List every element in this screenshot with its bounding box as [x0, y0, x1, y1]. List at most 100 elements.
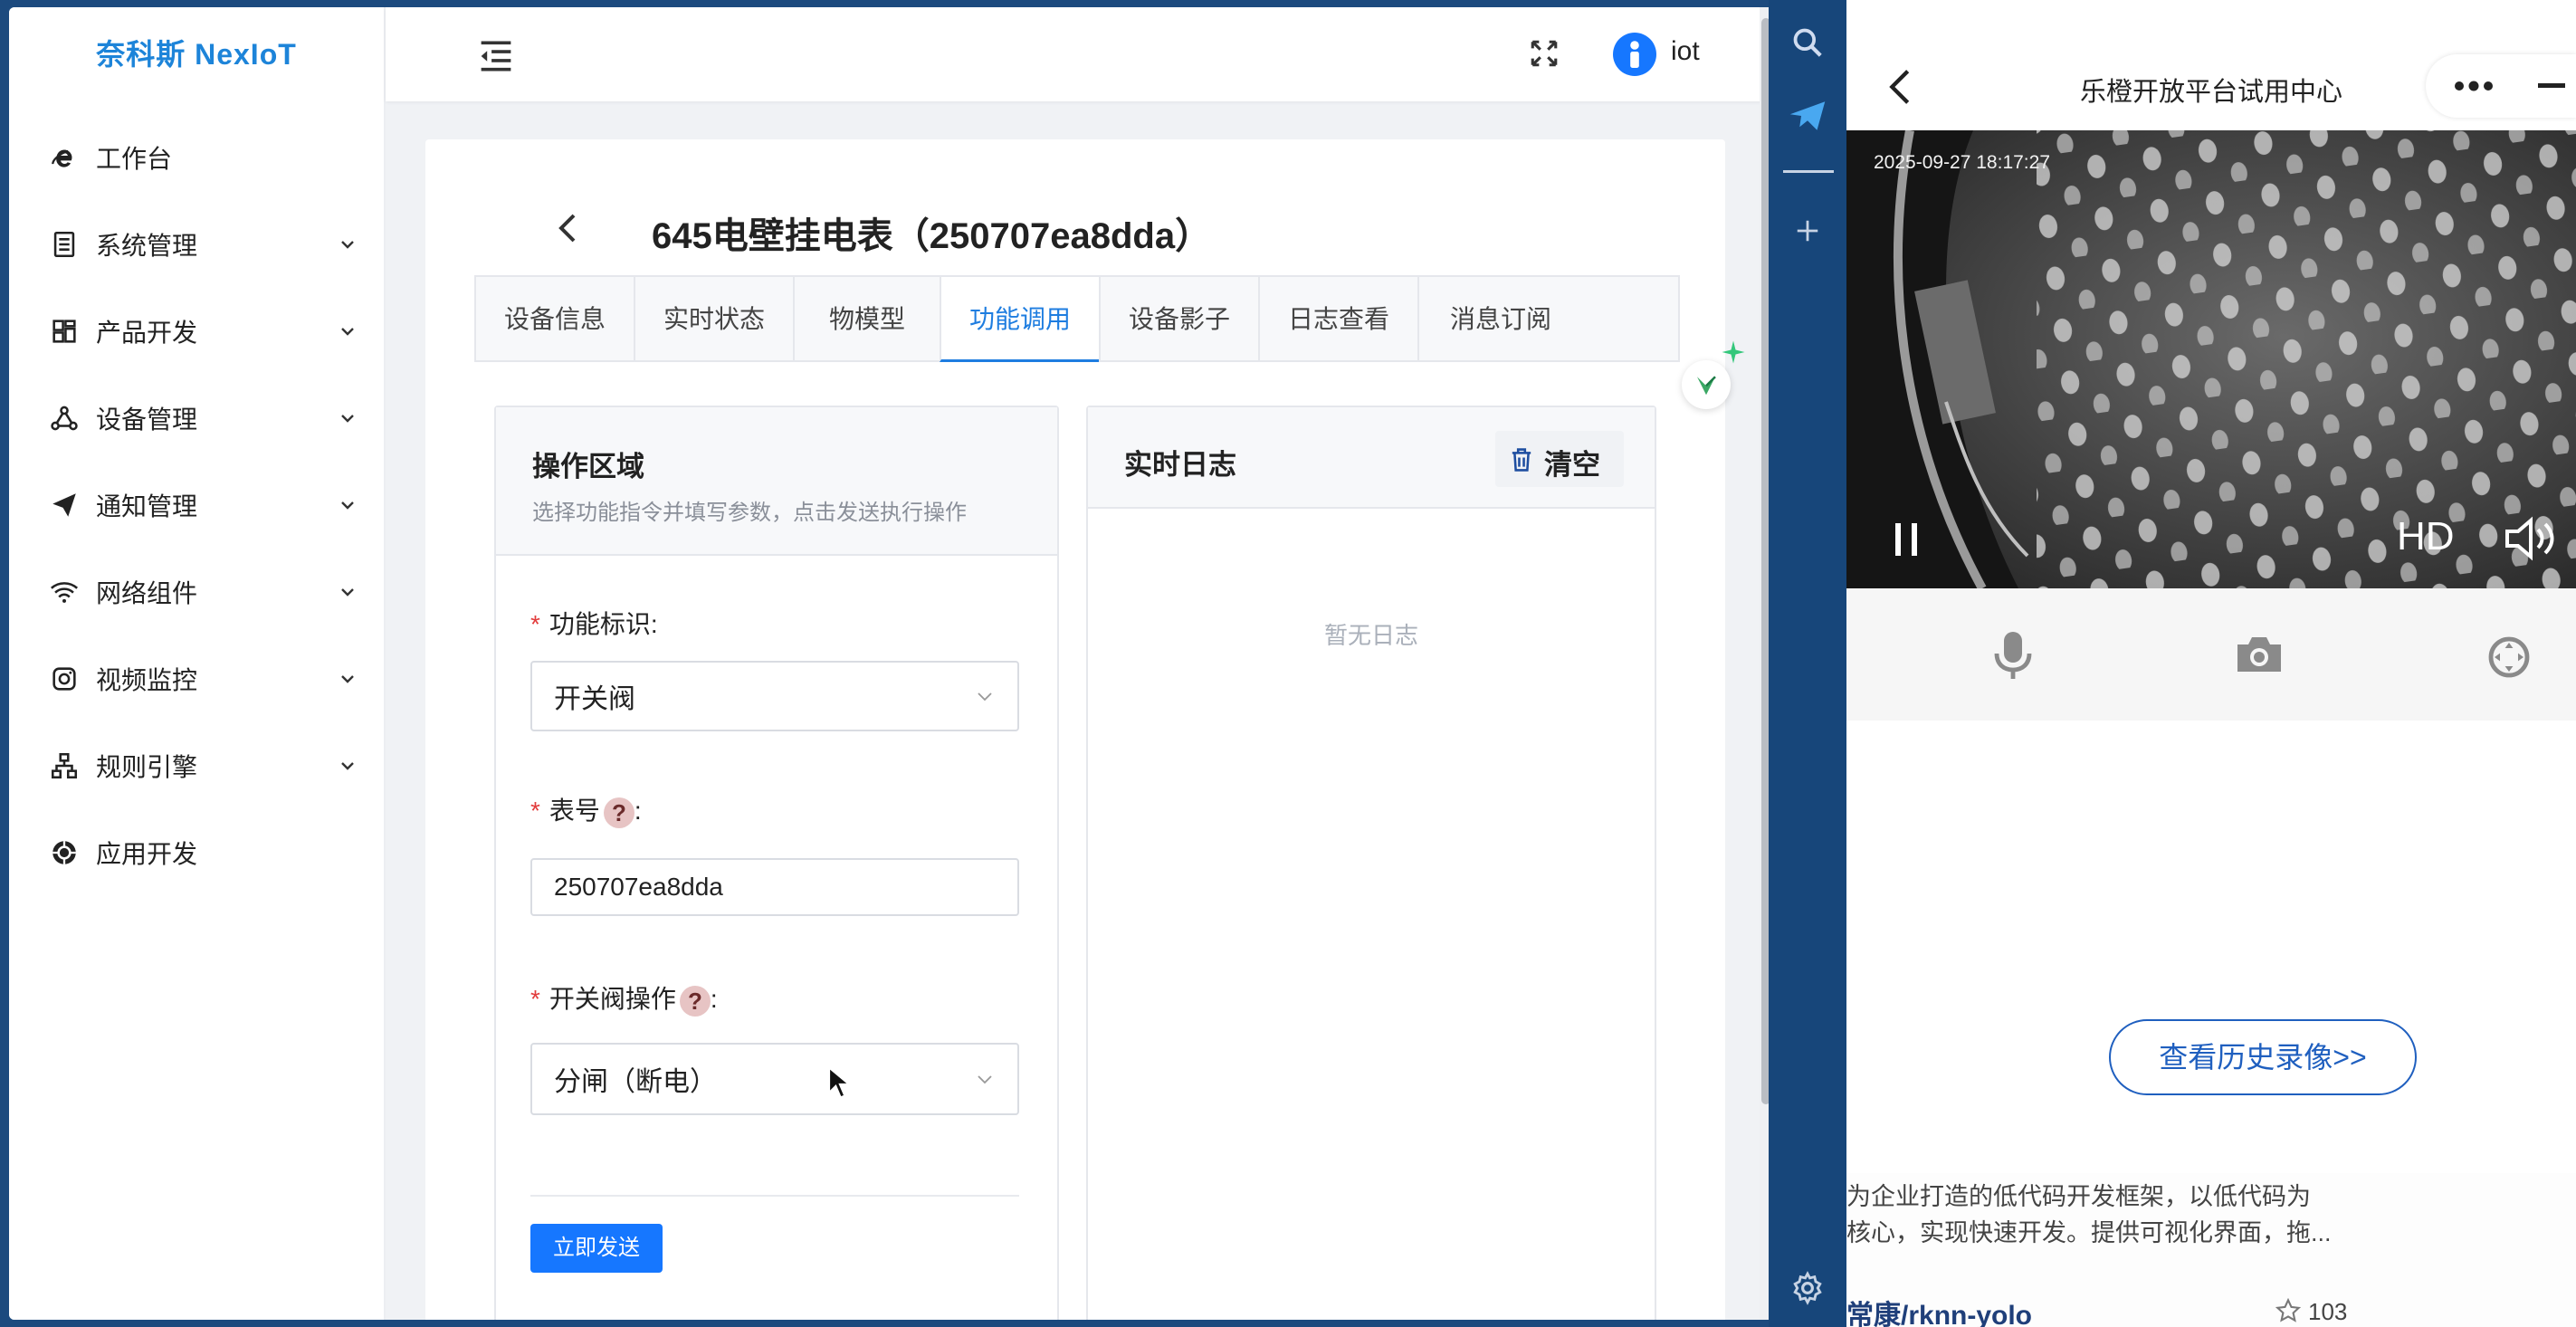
send-plane-icon[interactable]: [1789, 100, 1827, 132]
fullscreen-icon[interactable]: [1529, 38, 1560, 69]
mouse-cursor-icon: [828, 1066, 851, 1099]
gear-icon[interactable]: [1790, 1271, 1825, 1305]
help-icon[interactable]: ?: [603, 797, 634, 828]
mobile-preview-window: 乐橙开放平台试用中心 2025-09-27 18:17:27 HD 查看历史录像…: [1846, 0, 2576, 1327]
microphone-icon[interactable]: [1993, 630, 2033, 681]
app-icon: [52, 841, 76, 864]
sidebar-item-workbench[interactable]: 工作台: [9, 114, 386, 201]
sidebar-item-appdev[interactable]: 应用开发: [9, 809, 386, 896]
video-control-bar: [1846, 588, 2576, 721]
send-now-button[interactable]: 立即发送: [530, 1224, 663, 1273]
repo-name-link[interactable]: 常康/rknn-yolo: [1846, 1293, 2032, 1327]
chevron-down-icon: [978, 692, 992, 702]
pause-icon[interactable]: [1894, 521, 1919, 558]
camera-snapshot-icon[interactable]: [2234, 634, 2285, 675]
chevron-down-icon: [341, 675, 354, 683]
nodes-icon: [51, 406, 78, 431]
video-frame-image: [1846, 130, 2576, 588]
sparkle-icon: [1722, 340, 1745, 364]
operation-subtitle: 选择功能指令并填写参数，点击发送执行操作: [532, 501, 967, 525]
sidebar-item-network[interactable]: 网络组件: [9, 549, 386, 635]
log-title: 实时日志: [1124, 449, 1236, 481]
top-header: iot: [386, 7, 1769, 101]
assistant-logo-icon: [1697, 376, 1716, 396]
hd-toggle[interactable]: HD: [2397, 514, 2455, 559]
valve-select[interactable]: 分闸（断电）: [530, 1043, 1019, 1115]
search-icon[interactable]: [1790, 25, 1825, 60]
sidebar-item-label: 规则引擎: [96, 753, 198, 781]
more-dots-icon[interactable]: [2453, 78, 2495, 94]
function-label: * 功能标识:: [530, 610, 658, 638]
background-page-peek: 为企业打造的低代码开发框架，以低代码为 核心，实现快速开发。提供可视化界面，拖.…: [1846, 1173, 2576, 1327]
clear-log-button[interactable]: 清空: [1495, 431, 1624, 487]
speaker-icon[interactable]: [2502, 516, 2556, 561]
star-icon[interactable]: [2275, 1298, 2301, 1323]
sidebar-item-system[interactable]: 系统管理: [9, 201, 386, 288]
mini-program-capsule: [2426, 54, 2576, 118]
plus-icon[interactable]: [1794, 217, 1821, 244]
sidebar: 奈科斯 NexIoT 工作台 系统管理 产品开发 设备管理 通知管理 网络组件 …: [9, 7, 386, 1320]
back-arrow-icon[interactable]: [556, 212, 577, 244]
assistant-badge[interactable]: [1682, 360, 1731, 409]
sidebar-item-label: 网络组件: [96, 579, 198, 607]
chevron-down-icon: [341, 241, 354, 249]
function-select[interactable]: 开关阀: [530, 661, 1019, 731]
tab-message-subscribe[interactable]: 消息订阅: [1417, 275, 1680, 362]
sidebar-item-label: 应用开发: [96, 840, 198, 868]
sidebar-item-notify[interactable]: 通知管理: [9, 462, 386, 549]
menu-fold-icon[interactable]: [478, 40, 514, 72]
tab-realtime-status[interactable]: 实时状态: [634, 275, 795, 362]
app-window: 奈科斯 NexIoT 工作台 系统管理 产品开发 设备管理 通知管理 网络组件 …: [9, 7, 1769, 1320]
valve-label: * 开关阀操作?:: [530, 985, 718, 1017]
brand-logo[interactable]: 奈科斯 NexIoT: [9, 7, 384, 101]
wifi-icon: [50, 582, 79, 603]
meter-label: * 表号?:: [530, 797, 642, 828]
send-icon: [52, 493, 76, 517]
bg-description-line1: 为企业打造的低代码开发框架，以低代码为: [1846, 1183, 2311, 1210]
user-name[interactable]: iot: [1671, 36, 1700, 67]
grid-icon: [52, 320, 76, 343]
help-icon[interactable]: ?: [679, 985, 711, 1017]
ie-icon: [52, 149, 72, 167]
meter-input-value: 250707ea8dda: [554, 873, 723, 901]
chevron-down-icon: [978, 1075, 992, 1084]
ptz-control-icon[interactable]: [2487, 635, 2531, 679]
operation-panel-header: 操作区域 选择功能指令并填写参数，点击发送执行操作: [496, 407, 1057, 556]
sidebar-item-device[interactable]: 设备管理: [9, 375, 386, 462]
chevron-down-icon: [341, 762, 354, 770]
camera-video-feed[interactable]: 2025-09-27 18:17:27 HD: [1846, 130, 2576, 588]
camera-icon: [52, 667, 76, 691]
avatar[interactable]: [1613, 33, 1656, 76]
chevron-down-icon: [341, 588, 354, 597]
repo-star-count: 103: [2308, 1298, 2348, 1325]
info-person-icon: [1630, 41, 1639, 68]
minimize-icon[interactable]: [2538, 83, 2565, 88]
chevron-down-icon: [341, 328, 354, 336]
sidebar-item-label: 工作台: [96, 145, 173, 173]
tab-log-view[interactable]: 日志查看: [1258, 275, 1419, 362]
sidebar-item-label: 视频监控: [96, 666, 198, 694]
tab-device-shadow[interactable]: 设备影子: [1099, 275, 1260, 362]
tab-function-call[interactable]: 功能调用: [940, 275, 1101, 362]
sidebar-item-product[interactable]: 产品开发: [9, 288, 386, 375]
sidebar-item-rules[interactable]: 规则引擎: [9, 722, 386, 809]
log-panel-header: 实时日志 清空: [1088, 407, 1655, 509]
chevron-down-icon: [341, 501, 354, 510]
tab-device-info[interactable]: 设备信息: [474, 275, 635, 362]
sidebar-item-label: 产品开发: [96, 319, 198, 347]
view-history-button[interactable]: 查看历史录像>>: [2109, 1019, 2417, 1095]
sidebar-item-label: 通知管理: [96, 492, 198, 520]
app-toolbar-strip: [1769, 0, 1846, 1327]
log-panel: 实时日志 清空 暂无日志: [1086, 406, 1656, 1320]
tab-thing-model[interactable]: 物模型: [793, 275, 941, 362]
meter-input[interactable]: 250707ea8dda: [530, 858, 1019, 916]
chevron-down-icon: [341, 415, 354, 423]
clear-log-label: 清空: [1544, 449, 1600, 481]
video-timestamp: 2025-09-27 18:17:27: [1874, 152, 2050, 173]
bg-description-line2: 核心，实现快速开发。提供可视化界面，拖...: [1846, 1219, 2332, 1246]
toolbar-divider: [1783, 170, 1834, 173]
form-divider: [530, 1195, 1019, 1197]
sidebar-item-video[interactable]: 视频监控: [9, 635, 386, 722]
trash-icon: [1512, 448, 1531, 472]
mobile-header: 乐橙开放平台试用中心: [1846, 0, 2576, 130]
